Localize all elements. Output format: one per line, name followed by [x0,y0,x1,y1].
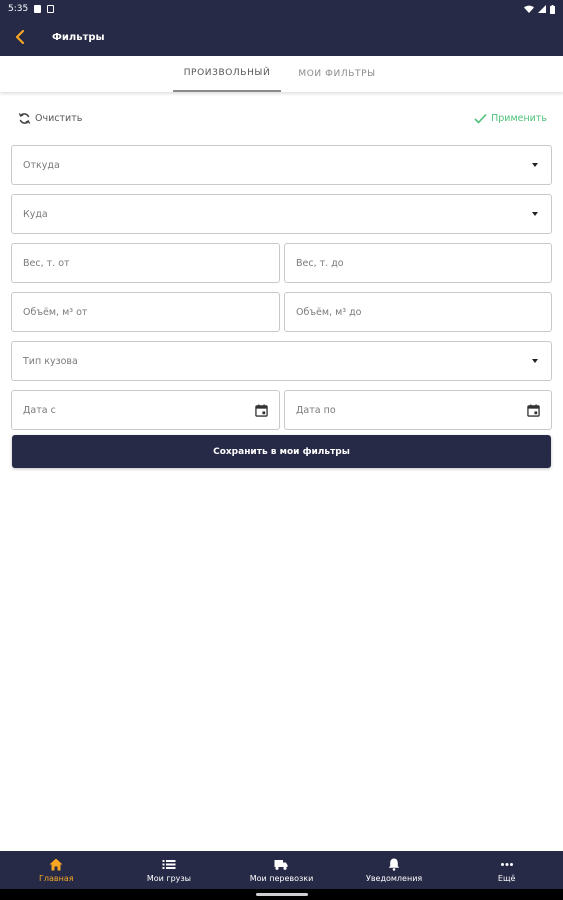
notification-icon [34,5,42,13]
date-from-placeholder: Дата с [23,404,56,416]
clear-label: Очистить [35,112,83,124]
back-arrow-icon [15,30,25,44]
volume-to-input[interactable]: Объём, м³ до [284,292,552,332]
nav-item-my-shipments[interactable]: Мои перевозки [225,851,338,889]
apply-label: Применить [491,112,547,124]
check-icon [474,113,487,124]
refresh-icon [18,112,31,124]
page-title: Фильтры [52,31,105,43]
weight-from-placeholder: Вес, т. от [23,257,70,269]
date-to-placeholder: Дата по [296,404,336,416]
nav-item-my-cargo[interactable]: Мои грузы [113,851,226,889]
more-icon [500,862,513,866]
gesture-handle[interactable] [255,893,308,896]
apply-button[interactable]: Применить [474,108,547,128]
body-type-select[interactable]: Тип кузова [11,341,552,381]
nav-label-notifications: Уведомления [365,873,423,883]
nav-label-my-shipments: Мои перевозки [249,873,314,883]
system-gesture-bar [0,889,563,900]
nav-label-my-cargo: Мои грузы [146,873,191,883]
calendar-icon[interactable] [527,403,540,417]
weight-to-placeholder: Вес, т. до [296,257,344,269]
volume-to-placeholder: Объём, м³ до [296,306,362,318]
nav-item-home[interactable]: Главная [0,851,113,889]
from-placeholder: Откуда [23,159,60,171]
dropdown-arrow-icon [532,359,538,363]
date-to-input[interactable]: Дата по [284,390,552,430]
battery-icon [550,4,555,14]
nav-item-notifications[interactable]: Уведомления [338,851,451,889]
filter-actions: Очистить Применить [0,108,563,128]
calendar-icon[interactable] [255,403,268,417]
nav-label-home: Главная [39,873,74,883]
body-type-placeholder: Тип кузова [23,355,78,367]
status-time: 5:35 [8,4,29,14]
volume-from-placeholder: Объём, м³ от [23,306,88,318]
status-bar: 5:35 [0,0,563,18]
save-to-my-filters-button[interactable]: Сохранить в мои фильтры [12,435,551,468]
weight-from-input[interactable]: Вес, т. от [11,243,280,283]
bottom-navigation: Главная Мои грузы Мои перевозки Уведомле… [0,851,563,889]
app-bar: Фильтры [0,18,563,56]
sim-icon [47,5,55,13]
filter-tabs: ПРОИЗВОЛЬНЫЙ МОИ ФИЛЬТРЫ [0,56,563,92]
dropdown-arrow-icon [532,212,538,216]
nav-label-more: Ещё [497,873,516,883]
to-placeholder: Куда [23,208,48,220]
dropdown-arrow-icon [532,163,538,167]
bell-icon [388,858,400,871]
clear-button[interactable]: Очистить [18,108,82,128]
from-select[interactable]: Откуда [11,145,552,185]
date-from-input[interactable]: Дата с [11,390,280,430]
volume-from-input[interactable]: Объём, м³ от [11,292,280,332]
nav-item-more[interactable]: Ещё [450,851,563,889]
tab-my-filters[interactable]: МОИ ФИЛЬТРЫ [283,56,391,92]
wifi-icon [524,5,534,13]
list-icon [162,859,176,869]
to-select[interactable]: Куда [11,194,552,234]
truck-icon [274,859,288,870]
home-icon [49,858,63,870]
weight-to-input[interactable]: Вес, т. до [284,243,552,283]
back-button[interactable] [0,18,40,56]
signal-icon [538,5,546,13]
tab-custom[interactable]: ПРОИЗВОЛЬНЫЙ [173,56,281,92]
